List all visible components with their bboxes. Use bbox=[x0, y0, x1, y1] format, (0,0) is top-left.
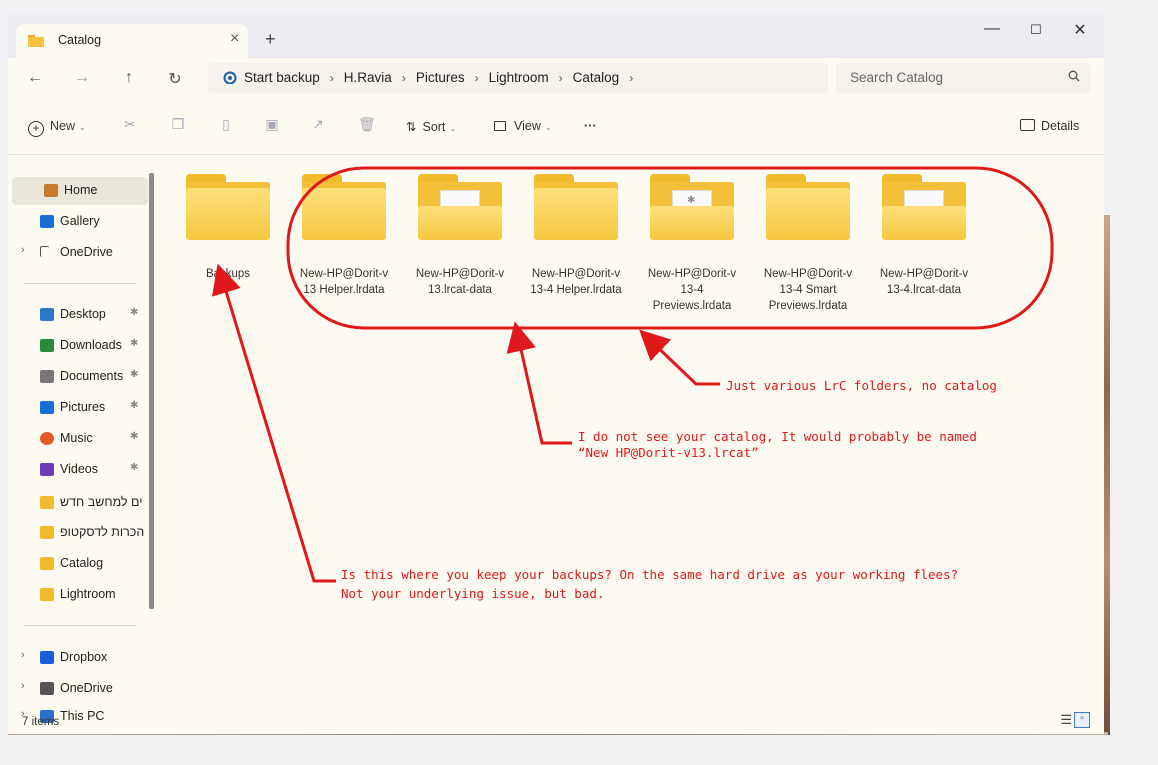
annotation-highlight-ellipse bbox=[286, 166, 1054, 330]
annotation-catalog-name-line2: “New HP@Dorit-v13.lrcat” bbox=[578, 445, 759, 460]
annotation-backups-line2: Not your underlying issue, but bad. bbox=[341, 586, 605, 601]
annotation-arrow-1 bbox=[639, 329, 720, 386]
annotation-backups-line1: Is this where you keep your backups? On … bbox=[341, 567, 959, 582]
annotation-arrow-3 bbox=[212, 263, 336, 583]
annotation-no-catalog: Just various LrC folders, no catalog bbox=[726, 378, 997, 393]
annotation-arrow-2 bbox=[506, 321, 572, 445]
annotation-catalog-name-line1: I do not see your catalog, It would prob… bbox=[578, 429, 977, 444]
